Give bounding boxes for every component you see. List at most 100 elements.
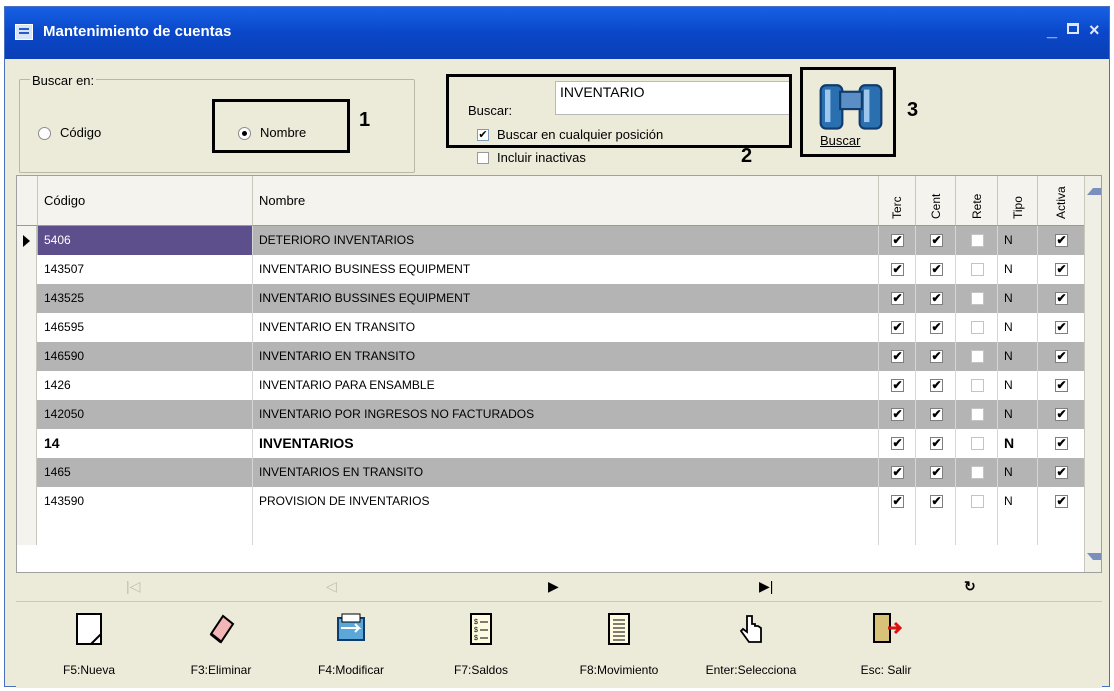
column-header-codigo[interactable]: Código	[38, 176, 253, 226]
checkbox-incluir-inactivas-label[interactable]: Incluir inactivas	[497, 150, 586, 165]
cell-tipo[interactable]: N	[998, 284, 1038, 313]
checkbox-activa[interactable]: ✔	[1055, 292, 1068, 305]
checkbox-activa[interactable]: ✔	[1055, 350, 1068, 363]
row-indicator[interactable]	[17, 313, 37, 342]
previous-record-icon[interactable]: ◁	[326, 578, 337, 595]
radio-codigo[interactable]	[38, 127, 51, 140]
cell-nombre[interactable]: INVENTARIO EN TRANSITO	[253, 313, 879, 342]
row-indicator[interactable]	[17, 342, 37, 371]
cell-tipo[interactable]: N	[998, 226, 1038, 255]
checkbox-cent[interactable]: ✔	[930, 437, 943, 450]
cell-nombre[interactable]: INVENTARIO POR INGRESOS NO FACTURADOS	[253, 400, 879, 429]
saldos-button[interactable]: $ $ $ F7:Saldos	[426, 610, 536, 686]
table-row[interactable]: 146595 INVENTARIO EN TRANSITO ✔ ✔ N ✔	[17, 313, 1085, 342]
checkbox-cent[interactable]: ✔	[930, 292, 943, 305]
checkbox-rete[interactable]	[971, 495, 984, 508]
column-header-rete[interactable]: Rete	[956, 176, 998, 226]
checkbox-terc[interactable]: ✔	[891, 495, 904, 508]
cell-codigo[interactable]: 5406	[38, 226, 253, 255]
row-indicator[interactable]	[17, 371, 37, 400]
movimiento-button[interactable]: F8:Movimiento	[564, 610, 674, 686]
row-indicator[interactable]	[17, 458, 37, 487]
first-record-icon[interactable]: |◁	[126, 578, 140, 595]
cell-tipo[interactable]: N	[998, 371, 1038, 400]
salir-button[interactable]: Esc: Salir	[831, 610, 941, 686]
checkbox-cent[interactable]: ✔	[930, 350, 943, 363]
nueva-button[interactable]: F5:Nueva	[34, 610, 144, 686]
cell-codigo[interactable]: 143525	[38, 284, 253, 313]
checkbox-rete[interactable]	[971, 321, 984, 334]
cell-tipo[interactable]: N	[998, 255, 1038, 284]
modificar-button[interactable]: F4:Modificar	[296, 610, 406, 686]
cell-tipo[interactable]: N	[998, 313, 1038, 342]
cell-codigo[interactable]: 143507	[38, 255, 253, 284]
checkbox-cent[interactable]: ✔	[930, 234, 943, 247]
cell-tipo[interactable]: N	[998, 487, 1038, 516]
checkbox-activa[interactable]: ✔	[1055, 495, 1068, 508]
column-header-terc[interactable]: Terc	[879, 176, 916, 226]
column-header-nombre[interactable]: Nombre	[253, 176, 879, 226]
cell-codigo[interactable]: 1426	[38, 371, 253, 400]
checkbox-activa[interactable]: ✔	[1055, 321, 1068, 334]
cell-nombre[interactable]: PROVISION DE INVENTARIOS	[253, 487, 879, 516]
cell-tipo[interactable]: N	[998, 458, 1038, 487]
minimize-icon[interactable]: _	[1047, 21, 1057, 39]
row-indicator[interactable]	[17, 226, 37, 255]
cell-codigo[interactable]: 143590	[38, 487, 253, 516]
checkbox-cent[interactable]: ✔	[930, 408, 943, 421]
checkbox-terc[interactable]: ✔	[891, 379, 904, 392]
checkbox-cent[interactable]: ✔	[930, 263, 943, 276]
checkbox-terc[interactable]: ✔	[891, 466, 904, 479]
close-icon[interactable]: ×	[1089, 21, 1100, 39]
scroll-up-icon[interactable]	[1087, 188, 1101, 195]
refresh-icon[interactable]: ↻	[964, 578, 976, 595]
table-row[interactable]: 1465 INVENTARIOS EN TRANSITO ✔ ✔ N ✔	[17, 458, 1085, 487]
cell-codigo[interactable]: 14	[38, 429, 253, 458]
checkbox-rete[interactable]	[971, 263, 984, 276]
checkbox-cent[interactable]: ✔	[930, 321, 943, 334]
row-indicator[interactable]	[17, 429, 37, 458]
cell-nombre[interactable]: INVENTARIO BUSINESS EQUIPMENT	[253, 255, 879, 284]
checkbox-terc[interactable]: ✔	[891, 234, 904, 247]
row-indicator[interactable]	[17, 400, 37, 429]
maximize-icon[interactable]	[1067, 23, 1079, 34]
checkbox-incluir-inactivas[interactable]	[477, 152, 489, 164]
cell-nombre[interactable]: DETERIORO INVENTARIOS	[253, 226, 879, 255]
checkbox-activa[interactable]: ✔	[1055, 437, 1068, 450]
checkbox-terc[interactable]: ✔	[891, 437, 904, 450]
cell-tipo[interactable]: N	[998, 429, 1038, 458]
checkbox-activa[interactable]: ✔	[1055, 408, 1068, 421]
cell-codigo[interactable]: 146595	[38, 313, 253, 342]
row-indicator[interactable]	[17, 284, 37, 313]
checkbox-cent[interactable]: ✔	[930, 466, 943, 479]
table-row[interactable]: 1426 INVENTARIO PARA ENSAMBLE ✔ ✔ N ✔	[17, 371, 1085, 400]
checkbox-rete[interactable]	[971, 437, 984, 450]
cell-codigo[interactable]: 142050	[38, 400, 253, 429]
row-indicator[interactable]	[17, 255, 37, 284]
checkbox-activa[interactable]: ✔	[1055, 466, 1068, 479]
checkbox-rete[interactable]	[971, 234, 984, 247]
table-row[interactable]: 143525 INVENTARIO BUSSINES EQUIPMENT ✔ ✔ N ✔	[17, 284, 1085, 313]
checkbox-terc[interactable]: ✔	[891, 321, 904, 334]
selecciona-button[interactable]: Enter:Selecciona	[696, 610, 806, 686]
cell-nombre[interactable]: INVENTARIO BUSSINES EQUIPMENT	[253, 284, 879, 313]
checkbox-terc[interactable]: ✔	[891, 350, 904, 363]
cell-nombre[interactable]: INVENTARIO EN TRANSITO	[253, 342, 879, 371]
checkbox-cent[interactable]: ✔	[930, 495, 943, 508]
cell-nombre[interactable]: INVENTARIOS EN TRANSITO	[253, 458, 879, 487]
vertical-scrollbar[interactable]	[1084, 176, 1101, 572]
checkbox-rete[interactable]	[971, 379, 984, 392]
table-row[interactable]: 14 INVENTARIOS ✔ ✔ N ✔	[17, 429, 1085, 458]
cell-tipo[interactable]: N	[998, 400, 1038, 429]
checkbox-terc[interactable]: ✔	[891, 292, 904, 305]
column-header-activa[interactable]: Activa	[1038, 176, 1085, 226]
checkbox-cent[interactable]: ✔	[930, 379, 943, 392]
table-row[interactable]: 5406 DETERIORO INVENTARIOS ✔ ✔ N ✔	[17, 226, 1085, 255]
checkbox-rete[interactable]	[971, 292, 984, 305]
checkbox-rete[interactable]	[971, 466, 984, 479]
cell-nombre[interactable]: INVENTARIOS	[253, 429, 879, 458]
table-row[interactable]: 143590 PROVISION DE INVENTARIOS ✔ ✔ N ✔	[17, 487, 1085, 516]
checkbox-activa[interactable]: ✔	[1055, 379, 1068, 392]
cell-codigo[interactable]: 146590	[38, 342, 253, 371]
checkbox-rete[interactable]	[971, 408, 984, 421]
